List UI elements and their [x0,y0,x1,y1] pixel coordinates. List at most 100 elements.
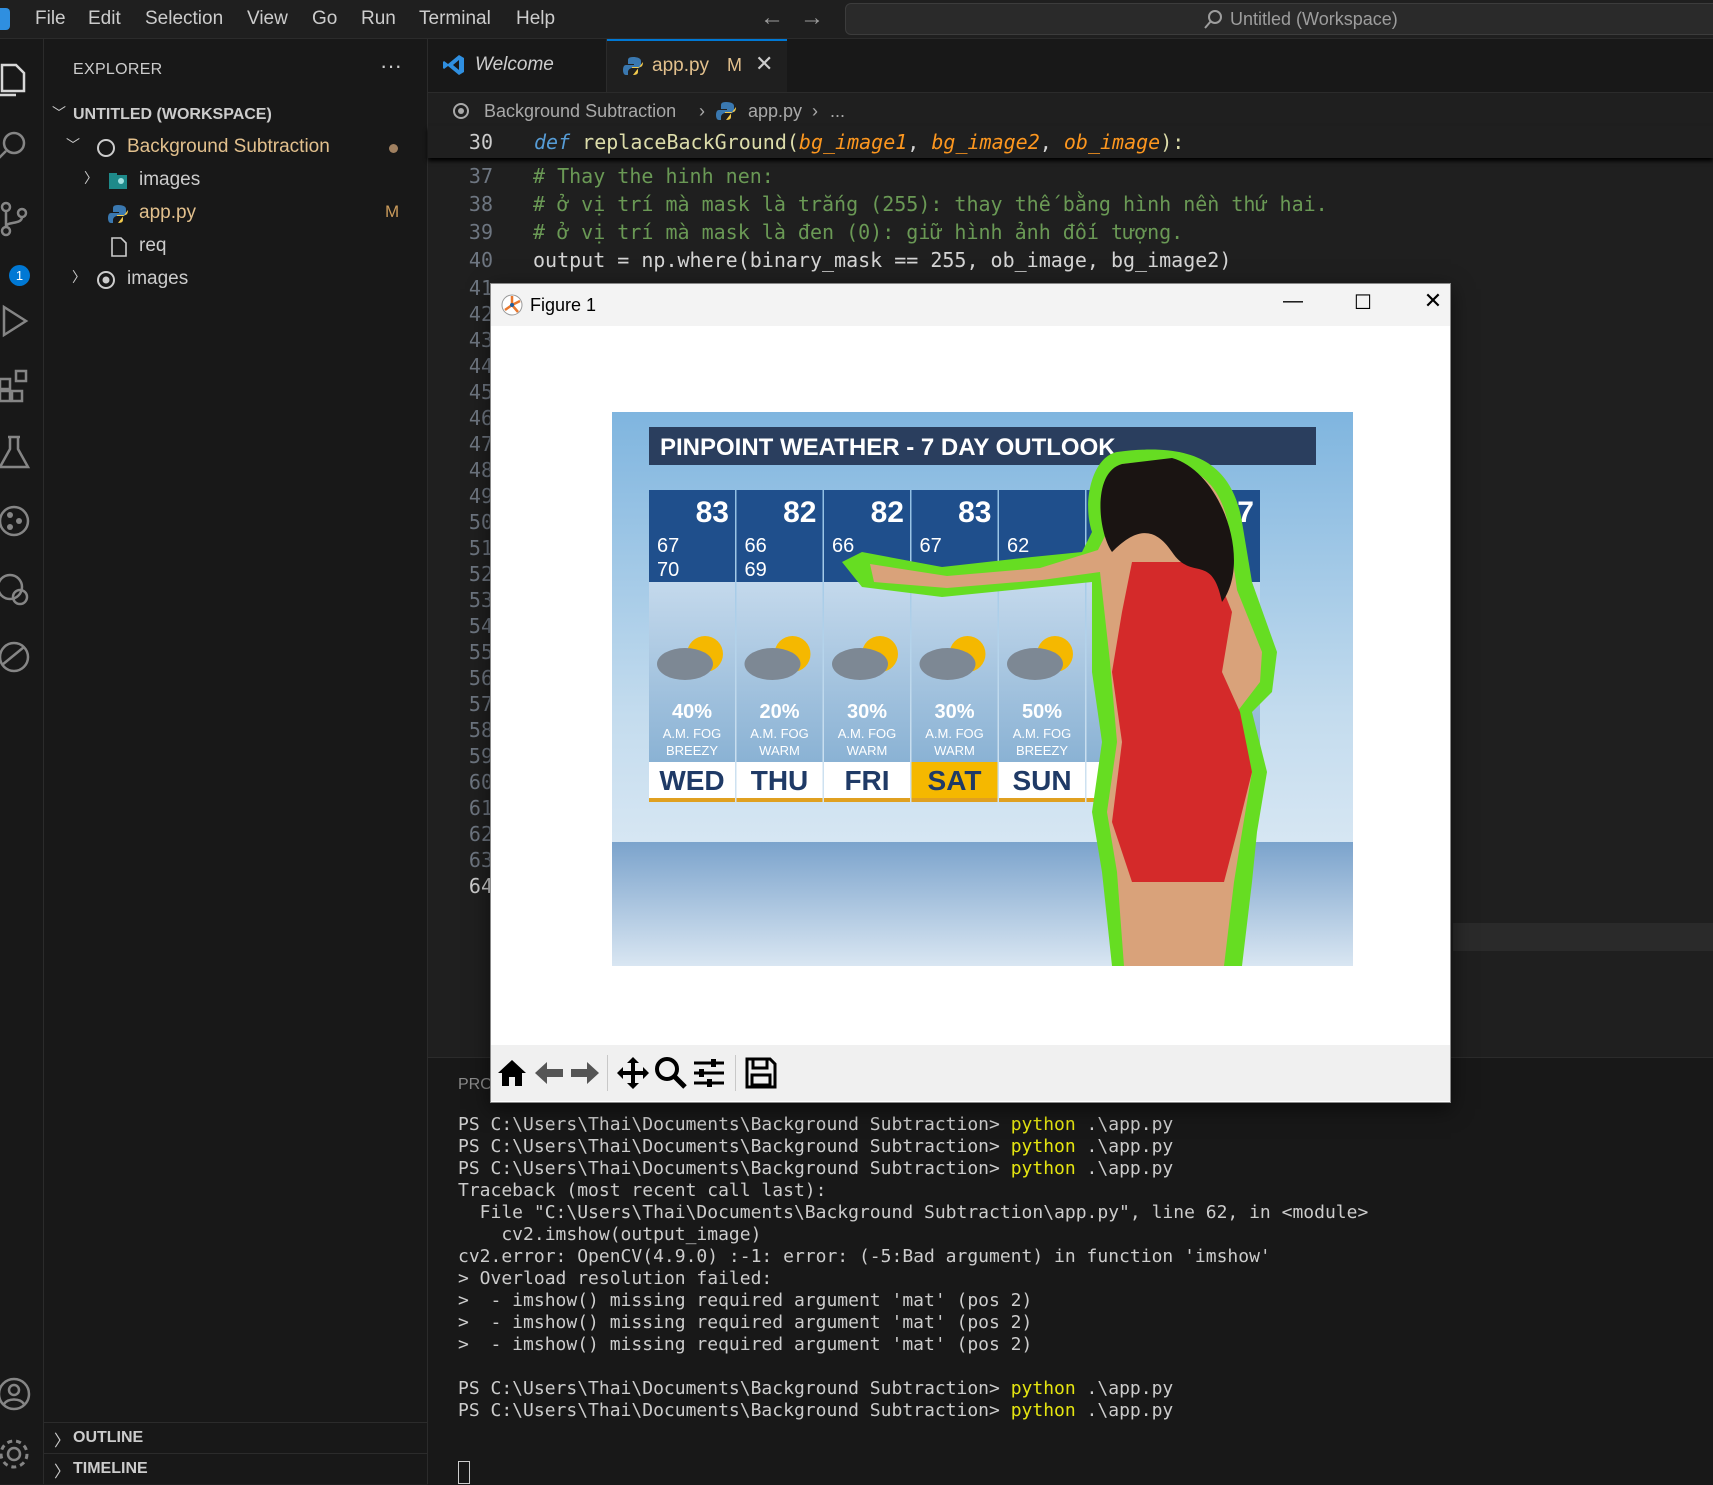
figure-image[interactable]: PINPOINT WEATHER - 7 DAY OUTLOOK 8367704… [612,412,1353,966]
param: bg_image1 [798,130,908,154]
image-folder-icon [109,173,127,189]
configure-subplots-icon[interactable] [691,1055,727,1091]
tree-item-label: app.py [139,202,197,223]
search-icon[interactable] [0,127,34,167]
live-share-icon[interactable] [0,637,34,677]
condition-line2: WARM [934,743,975,758]
workspace-header[interactable]: ﹀ UNTITLED (WORKSPACE) [44,99,427,131]
git-graph-icon[interactable] [0,501,34,541]
extensions-icon[interactable] [0,365,34,405]
menu-view[interactable]: View [247,8,288,30]
tab-welcome[interactable]: Welcome [428,39,607,92]
terminal-panel[interactable]: PRO PS C:\Users\Thai\Documents\Backgroun… [428,1057,1713,1485]
param: ob_image [1063,130,1161,154]
figure-title: Figure 1 [530,295,597,315]
rain-chance: 50% [1022,701,1062,723]
tab-app-py[interactable]: app.py M ✕ [607,39,787,92]
breadcrumb-folder[interactable]: Background Subtraction [484,101,676,122]
sticky-scroll-header[interactable]: 30 def replaceBackGround(bg_image1, bg_i… [428,126,1713,158]
tree-item-background-subtraction[interactable]: ﹀ Background Subtraction [44,131,427,163]
figure-title-bar[interactable]: Figure 1 — ☐ ✕ [491,284,1450,326]
save-icon[interactable] [743,1055,779,1091]
close-icon[interactable]: ✕ [755,51,773,77]
source-control-icon[interactable] [0,199,34,239]
pan-icon[interactable] [615,1055,651,1091]
code-line-comment: # ở vị trí mà mask là đen (0): giữ hình … [533,220,1184,244]
terminal-args: .\app.py [1075,1158,1174,1179]
tree-item-label: Background Subtraction [127,136,330,157]
breadcrumb: Background Subtraction › app.py › ... [428,93,1713,125]
command-center-search[interactable]: Untitled (Workspace) [845,3,1713,35]
activity-bar: 1 [0,39,44,1484]
close-button[interactable]: ✕ [1413,288,1453,318]
day-low-n: 67 [920,535,942,557]
rain-chance: 40% [672,701,712,723]
git-status-modified: M [727,55,742,75]
settings-gear-icon[interactable] [0,1434,34,1474]
line-number: 54 [468,614,493,638]
modified-dot-icon [389,144,398,153]
minimize-button[interactable]: — [1273,290,1313,320]
forward-arrow-icon[interactable]: → [800,4,824,32]
testing-flask-icon[interactable] [0,433,34,473]
tree-item-images[interactable]: 〉 images [44,164,427,196]
home-icon[interactable] [494,1055,530,1091]
zoom-icon[interactable] [653,1055,689,1091]
tree-item-app-py[interactable]: app.py M [44,197,427,229]
menu-file[interactable]: File [35,8,66,30]
day-underline [736,798,823,802]
more-actions-icon[interactable]: ··· [380,53,402,79]
python-icon [716,102,736,120]
line-number: 45 [468,380,493,404]
terminal-line: PS C:\Users\Thai\Documents\Background Su… [458,1136,1173,1157]
python-icon [108,205,128,223]
line-number: 51 [468,536,493,560]
toolbar-separator [735,1055,736,1091]
day-name: FRI [844,765,889,796]
line-number: 55 [468,640,493,664]
explorer-files-icon[interactable] [0,59,34,99]
menu-terminal[interactable]: Terminal [419,8,491,30]
maximize-button[interactable]: ☐ [1343,290,1383,320]
line-number: 64 [468,874,493,898]
line-number: 42 [468,302,493,326]
day-underline [649,798,735,802]
menu-help[interactable]: Help [516,8,555,30]
terminal-text: PS C:\Users\Thai\Documents\Background Su… [458,1136,1011,1157]
root-folder-icon [453,103,469,119]
day-low-s: 70 [657,559,679,581]
back-arrow-icon[interactable]: ← [760,4,784,32]
menu-edit[interactable]: Edit [88,8,121,30]
breadcrumb-file[interactable]: app.py [748,101,802,122]
menu-go[interactable]: Go [312,8,337,30]
terminal-line: > - imshow() missing required argument '… [458,1334,1032,1355]
menu-run[interactable]: Run [361,8,396,30]
explorer-sidebar: EXPLORER ··· ﹀ UNTITLED (WORKSPACE) ﹀ Ba… [44,39,428,1484]
terminal-line: Traceback (most recent call last): [458,1180,826,1201]
code-line-comment: # Thay the hinh nen: [533,164,774,188]
line-number: 63 [468,848,493,872]
back-arrow-icon[interactable] [531,1055,567,1091]
day-high-temp: 82 [783,496,816,529]
python-icon [623,57,643,75]
chevron-right-icon: › [699,101,705,121]
day-name: WED [659,765,724,796]
chevron-right-icon: 〉 [54,1464,71,1481]
day-high-temp: 82 [871,496,904,529]
line-number: 40 [468,248,493,272]
accounts-icon[interactable] [0,1374,34,1414]
breadcrumb-symbol[interactable]: ... [830,101,845,122]
current-line-highlight [1453,923,1713,951]
run-debug-icon[interactable] [0,301,34,341]
outline-section[interactable]: 〉 OUTLINE [44,1422,427,1453]
remote-explorer-icon[interactable] [0,569,34,609]
forward-arrow-icon[interactable] [567,1055,603,1091]
panel-tab-problems[interactable]: PRO [458,1076,493,1094]
cloud-icon [1007,648,1063,680]
terminal-text: cv2.imshow(output_image) [458,1224,762,1245]
menu-selection[interactable]: Selection [145,8,223,30]
matplotlib-figure-window[interactable]: Figure 1 — ☐ ✕ PINPOINT WEATHER - 7 DAY … [490,283,1451,1103]
timeline-section[interactable]: 〉 TIMELINE [44,1453,427,1484]
tree-item-req[interactable]: req [44,230,427,262]
tree-item-images-root[interactable]: 〉 images [44,263,427,295]
